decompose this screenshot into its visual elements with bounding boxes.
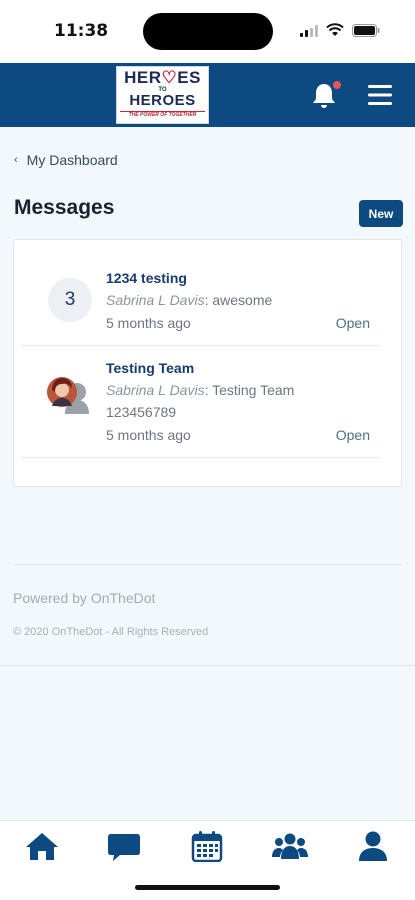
thread-timestamp: 5 months ago (106, 315, 191, 331)
hamburger-menu-icon[interactable] (368, 84, 392, 106)
thread-timestamp: 5 months ago (106, 427, 191, 443)
thread-preview: Sabrina L Davis: Testing Team (106, 382, 294, 398)
heroes-to-heroes-logo[interactable]: HER♡ES TO HEROES THE POWER OF TOGETHER (116, 66, 209, 124)
home-indicator (135, 885, 280, 890)
open-thread-link[interactable]: Open (336, 315, 370, 331)
dynamic-island (143, 13, 273, 50)
profile-icon[interactable] (355, 830, 391, 862)
thread-sender: Sabrina L Davis (106, 292, 205, 308)
thread-preview-extra: 123456789 (106, 404, 177, 420)
chat-icon[interactable] (106, 830, 142, 862)
new-message-button[interactable]: New (359, 200, 403, 227)
calendar-icon[interactable] (189, 830, 225, 862)
breadcrumb-my-dashboard[interactable]: ‹ My Dashboard (14, 152, 118, 168)
thread-preview-text: : awesome (204, 292, 273, 308)
notification-badge (333, 81, 341, 89)
thread-preview: Sabrina L Davis: awesome (106, 292, 272, 308)
group-icon[interactable] (272, 830, 308, 862)
footer-divider (13, 564, 402, 565)
message-thread[interactable]: Testing Team Sabrina L Davis: Testing Te… (22, 346, 380, 458)
breadcrumb-label: My Dashboard (26, 152, 118, 168)
avatar (47, 377, 89, 414)
thread-preview-text: : Testing Team (204, 382, 295, 398)
status-bar: 11:38 (0, 0, 415, 63)
copyright-text: © 2020 OnTheDot - All Rights Reserved (13, 626, 209, 638)
wifi-icon (326, 23, 344, 36)
thread-title[interactable]: Testing Team (106, 360, 194, 376)
battery-icon (352, 24, 380, 37)
page-title: Messages (14, 196, 115, 219)
chevron-left-icon: ‹ (14, 154, 18, 166)
thread-title[interactable]: 1234 testing (106, 270, 187, 286)
signal-icon (300, 25, 318, 37)
page-divider (0, 665, 415, 666)
home-icon[interactable] (24, 830, 60, 862)
participant-count-badge: 3 (48, 278, 92, 322)
app-header: HER♡ES TO HEROES THE POWER OF TOGETHER (0, 63, 415, 127)
open-thread-link[interactable]: Open (336, 427, 370, 443)
powered-by-text: Powered by OnTheDot (13, 590, 156, 606)
thread-sender: Sabrina L Davis (106, 382, 205, 398)
messages-list: 3 1234 testing Sabrina L Davis: awesome … (13, 239, 402, 487)
message-thread[interactable]: 3 1234 testing Sabrina L Davis: awesome … (22, 254, 380, 346)
status-time: 11:38 (54, 21, 109, 41)
